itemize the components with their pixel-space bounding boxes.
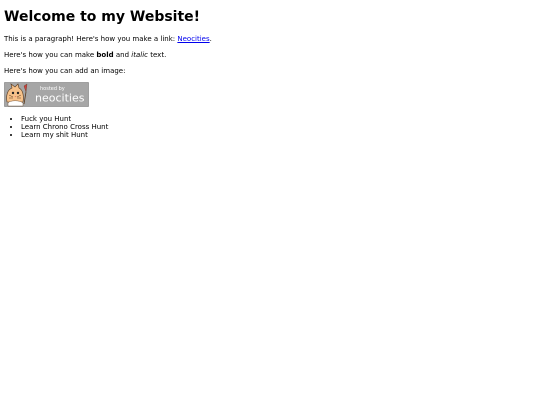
neocities-link[interactable]: Neocities: [177, 35, 209, 43]
paragraph-formatting-suffix: text.: [150, 51, 167, 59]
paragraph-formatting-middle: and: [115, 51, 130, 59]
paragraph-link-prefix: This is a paragraph! Here's how you make…: [4, 35, 176, 43]
todo-list: Fuck you Hunt Learn Chrono Cross Hunt Le…: [4, 115, 536, 139]
page-heading: Welcome to my Website!: [4, 9, 201, 25]
paragraph-link: This is a paragraph! Here's how you make…: [4, 35, 536, 44]
bold-text: bold: [96, 51, 114, 59]
badge-line2: neocities: [35, 92, 85, 105]
list-item: Fuck you Hunt: [21, 115, 536, 123]
page-content: Welcome to my Website! This is a paragra…: [0, 0, 540, 139]
list-item: Learn my shit Hunt: [21, 131, 536, 139]
list-item: Learn Chrono Cross Hunt: [21, 123, 536, 131]
paragraph-image: Here's how you can add an image:: [4, 67, 126, 75]
paragraph-link-suffix: .: [209, 35, 212, 43]
paragraph-formatting-prefix: Here's how you can make: [4, 51, 95, 59]
hosted-by-neocities-badge: hosted by neocities: [4, 82, 89, 107]
italic-text: italic: [131, 51, 149, 59]
paragraph-formatting: Here's how you can make bold and italic …: [4, 51, 536, 60]
